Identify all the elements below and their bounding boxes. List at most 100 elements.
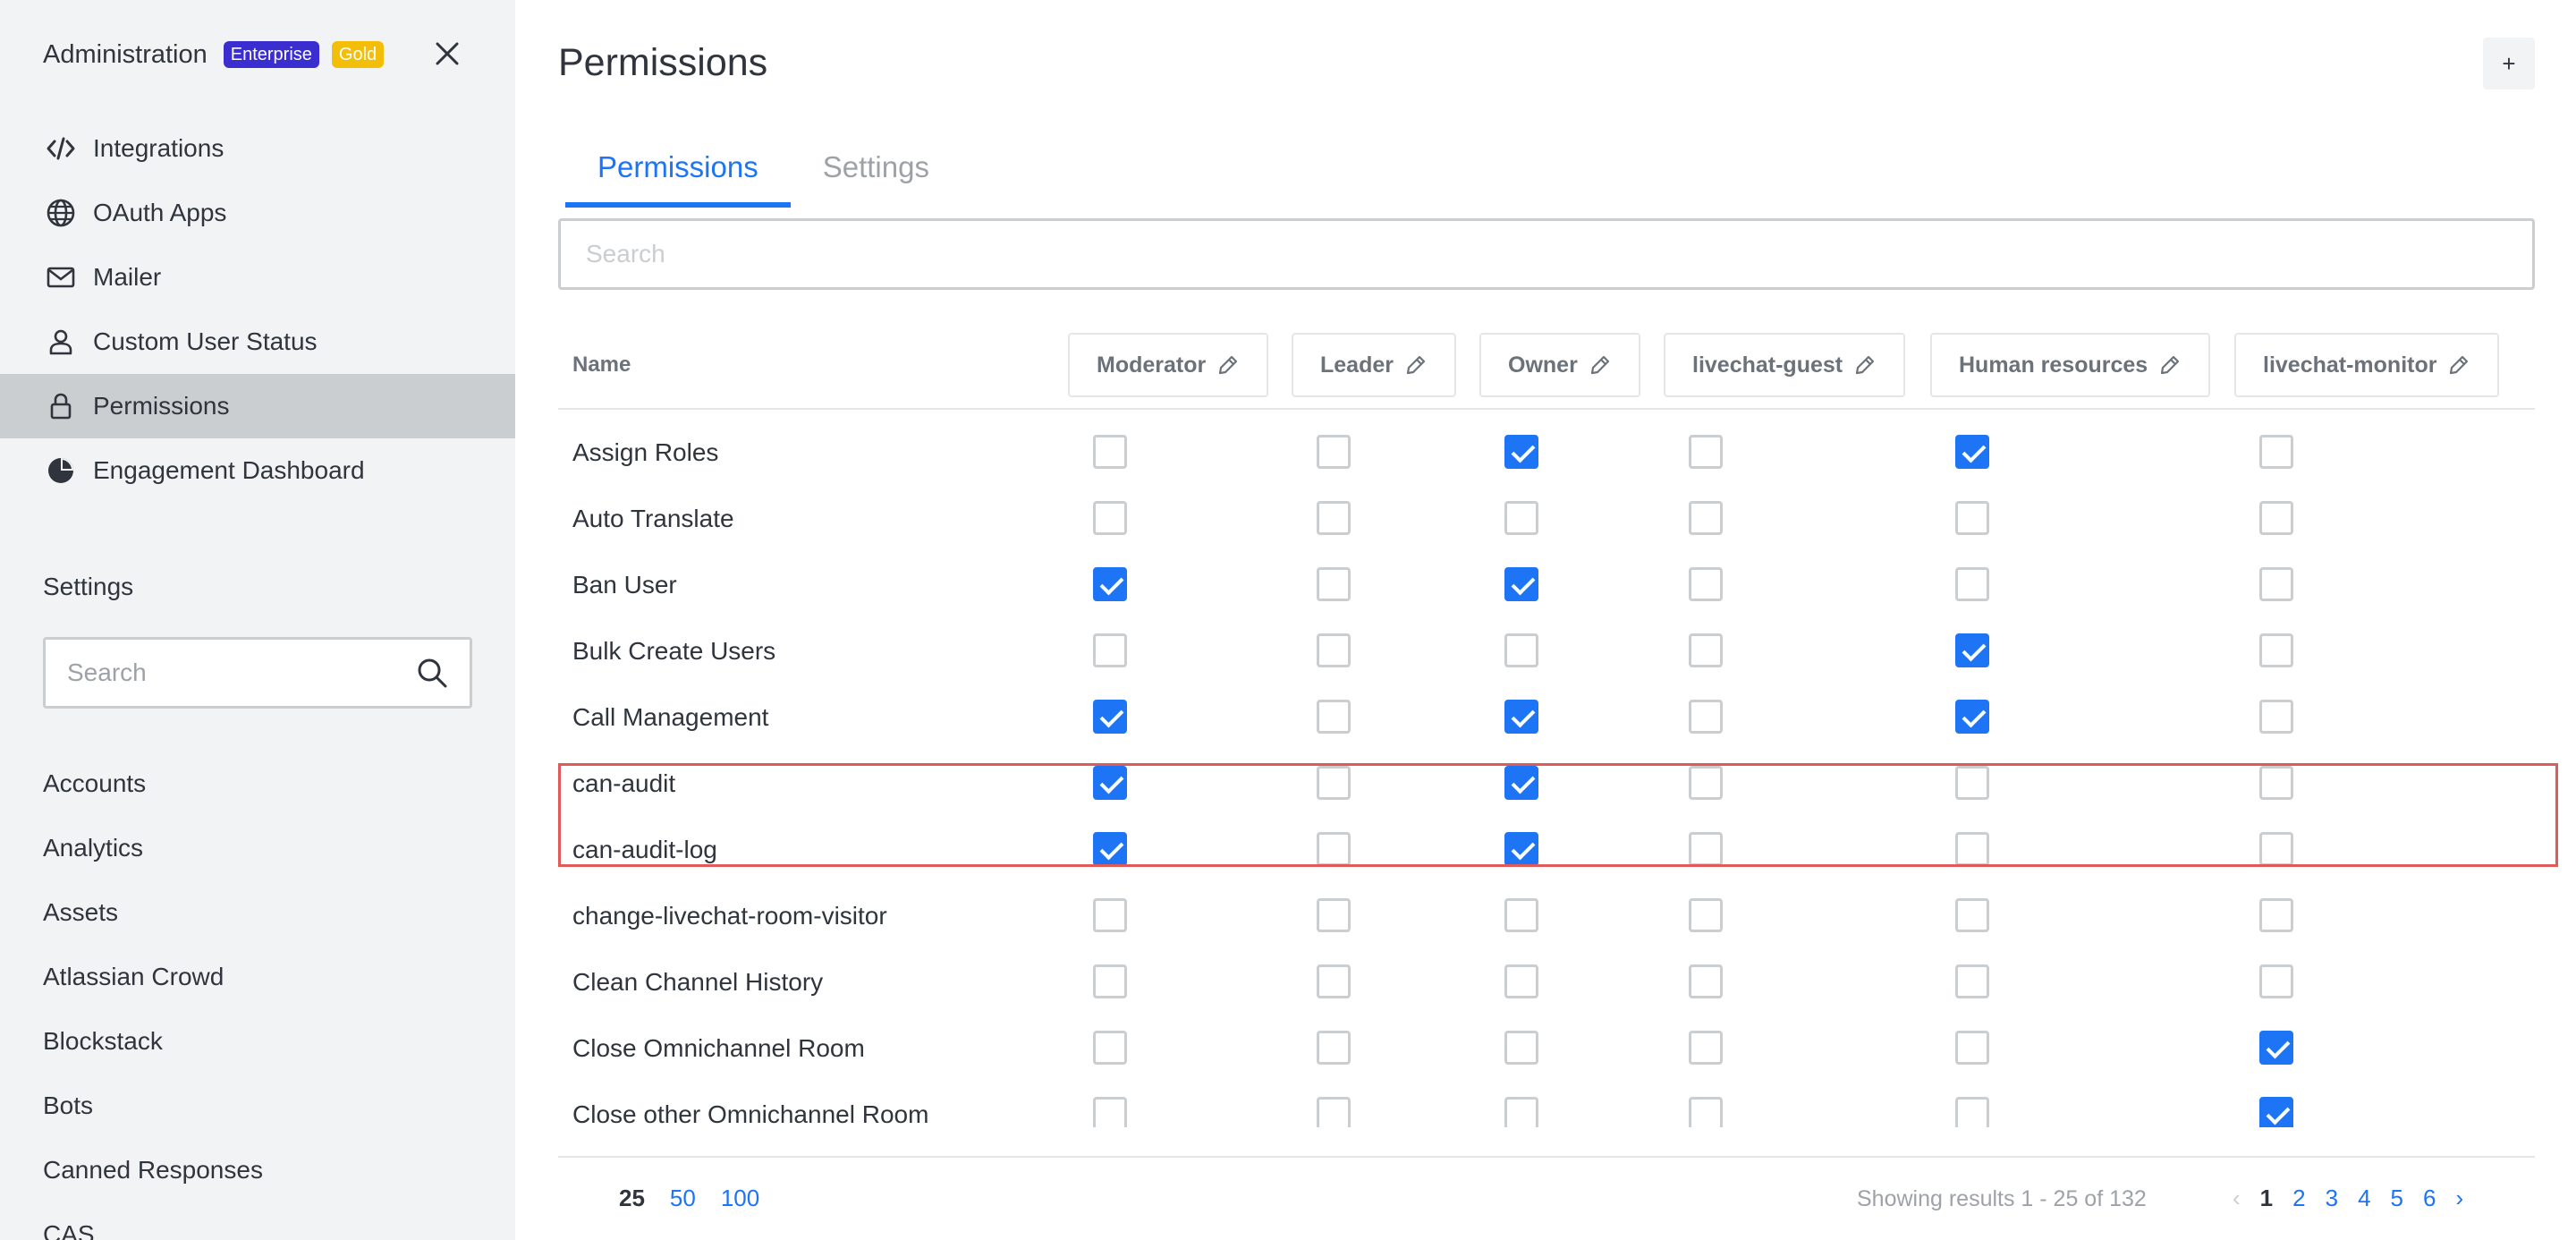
pencil-icon[interactable] bbox=[1404, 353, 1428, 377]
sidebar-item-custom-user-status[interactable]: Custom User Status bbox=[0, 310, 515, 374]
permission-checkbox[interactable] bbox=[1317, 633, 1351, 667]
permission-checkbox[interactable] bbox=[2259, 766, 2293, 800]
permission-checkbox[interactable] bbox=[1504, 766, 1538, 800]
settings-group-canned-responses[interactable]: Canned Responses bbox=[43, 1138, 263, 1202]
prev-page-button[interactable]: ‹ bbox=[2233, 1185, 2241, 1212]
pencil-icon[interactable] bbox=[1853, 353, 1877, 377]
permission-checkbox[interactable] bbox=[1689, 435, 1723, 469]
permissions-search-input[interactable] bbox=[586, 240, 2507, 268]
settings-search-input[interactable] bbox=[67, 658, 416, 687]
permission-checkbox[interactable] bbox=[1689, 898, 1723, 932]
per-page-50[interactable]: 50 bbox=[670, 1185, 696, 1212]
column-header-livechat-guest[interactable]: livechat-guest bbox=[1664, 333, 1906, 397]
permission-checkbox[interactable] bbox=[2259, 832, 2293, 866]
column-header-moderator[interactable]: Moderator bbox=[1068, 333, 1269, 397]
close-sidebar-button[interactable] bbox=[429, 36, 465, 72]
permission-checkbox[interactable] bbox=[1504, 435, 1538, 469]
per-page-100[interactable]: 100 bbox=[721, 1185, 759, 1212]
settings-group-cas[interactable]: CAS bbox=[43, 1202, 263, 1240]
permission-checkbox[interactable] bbox=[1317, 1097, 1351, 1127]
permission-checkbox[interactable] bbox=[1955, 567, 1989, 601]
permission-checkbox[interactable] bbox=[1093, 766, 1127, 800]
permission-checkbox[interactable] bbox=[2259, 633, 2293, 667]
permission-checkbox[interactable] bbox=[1689, 832, 1723, 866]
column-header-leader[interactable]: Leader bbox=[1292, 333, 1456, 397]
next-page-button[interactable]: › bbox=[2455, 1185, 2463, 1212]
permission-checkbox[interactable] bbox=[1317, 832, 1351, 866]
column-header-human-resources[interactable]: Human resources bbox=[1930, 333, 2211, 397]
page-6[interactable]: 6 bbox=[2423, 1185, 2436, 1212]
permission-checkbox[interactable] bbox=[1955, 1031, 1989, 1065]
settings-group-analytics[interactable]: Analytics bbox=[43, 816, 263, 880]
permission-checkbox[interactable] bbox=[1093, 1097, 1127, 1127]
permission-checkbox[interactable] bbox=[2259, 435, 2293, 469]
permission-checkbox[interactable] bbox=[1317, 567, 1351, 601]
permission-checkbox[interactable] bbox=[1093, 898, 1127, 932]
permission-checkbox[interactable] bbox=[1955, 898, 1989, 932]
page-2[interactable]: 2 bbox=[2292, 1185, 2305, 1212]
permission-checkbox[interactable] bbox=[1689, 633, 1723, 667]
permission-checkbox[interactable] bbox=[1689, 700, 1723, 734]
permission-checkbox[interactable] bbox=[1689, 567, 1723, 601]
permission-checkbox[interactable] bbox=[2259, 964, 2293, 998]
permission-checkbox[interactable] bbox=[1093, 700, 1127, 734]
settings-group-atlassian-crowd[interactable]: Atlassian Crowd bbox=[43, 945, 263, 1009]
permission-checkbox[interactable] bbox=[1689, 1097, 1723, 1127]
permission-checkbox[interactable] bbox=[1093, 964, 1127, 998]
column-header-livechat-monitor[interactable]: livechat-monitor bbox=[2234, 333, 2500, 397]
permission-checkbox[interactable] bbox=[1504, 1097, 1538, 1127]
permission-checkbox[interactable] bbox=[1504, 832, 1538, 866]
permission-checkbox[interactable] bbox=[1955, 633, 1989, 667]
permission-checkbox[interactable] bbox=[1955, 964, 1989, 998]
permission-checkbox[interactable] bbox=[1317, 964, 1351, 998]
settings-group-accounts[interactable]: Accounts bbox=[43, 752, 263, 816]
permission-checkbox[interactable] bbox=[1689, 964, 1723, 998]
permission-checkbox[interactable] bbox=[1504, 633, 1538, 667]
permission-checkbox[interactable] bbox=[1317, 700, 1351, 734]
permission-checkbox[interactable] bbox=[2259, 898, 2293, 932]
permission-checkbox[interactable] bbox=[1317, 501, 1351, 535]
permission-checkbox[interactable] bbox=[1955, 435, 1989, 469]
per-page-25[interactable]: 25 bbox=[619, 1185, 645, 1212]
settings-group-blockstack[interactable]: Blockstack bbox=[43, 1009, 263, 1074]
tab-settings[interactable]: Settings bbox=[791, 143, 962, 208]
permission-checkbox[interactable] bbox=[1955, 766, 1989, 800]
permission-checkbox[interactable] bbox=[2259, 501, 2293, 535]
permission-checkbox[interactable] bbox=[2259, 1097, 2293, 1127]
permission-checkbox[interactable] bbox=[1317, 435, 1351, 469]
sidebar-item-permissions[interactable]: Permissions bbox=[0, 374, 515, 438]
page-5[interactable]: 5 bbox=[2391, 1185, 2403, 1212]
permission-checkbox[interactable] bbox=[1093, 435, 1127, 469]
add-role-button[interactable]: + bbox=[2483, 38, 2535, 89]
permission-checkbox[interactable] bbox=[1093, 567, 1127, 601]
sidebar-item-mailer[interactable]: Mailer bbox=[0, 245, 515, 310]
permission-checkbox[interactable] bbox=[1317, 1031, 1351, 1065]
permission-checkbox[interactable] bbox=[1689, 1031, 1723, 1065]
permission-checkbox[interactable] bbox=[1317, 766, 1351, 800]
permission-checkbox[interactable] bbox=[1955, 501, 1989, 535]
pencil-icon[interactable] bbox=[2158, 353, 2182, 377]
permission-checkbox[interactable] bbox=[1504, 964, 1538, 998]
permission-checkbox[interactable] bbox=[1955, 1097, 1989, 1127]
permission-checkbox[interactable] bbox=[1093, 832, 1127, 866]
permission-checkbox[interactable] bbox=[1093, 1031, 1127, 1065]
tab-permissions[interactable]: Permissions bbox=[565, 143, 791, 208]
permission-checkbox[interactable] bbox=[1093, 633, 1127, 667]
sidebar-item-oauth-apps[interactable]: OAuth Apps bbox=[0, 181, 515, 245]
permission-checkbox[interactable] bbox=[1689, 501, 1723, 535]
page-1[interactable]: 1 bbox=[2260, 1185, 2273, 1212]
permission-checkbox[interactable] bbox=[1955, 832, 1989, 866]
permission-checkbox[interactable] bbox=[1504, 1031, 1538, 1065]
permission-checkbox[interactable] bbox=[2259, 700, 2293, 734]
pencil-icon[interactable] bbox=[1589, 353, 1612, 377]
permission-checkbox[interactable] bbox=[1504, 898, 1538, 932]
permission-checkbox[interactable] bbox=[1504, 567, 1538, 601]
permission-checkbox[interactable] bbox=[1504, 501, 1538, 535]
column-header-owner[interactable]: Owner bbox=[1479, 333, 1640, 397]
sidebar-item-engagement-dashboard[interactable]: Engagement Dashboard bbox=[0, 438, 515, 503]
pencil-icon[interactable] bbox=[2447, 353, 2470, 377]
permission-checkbox[interactable] bbox=[1689, 766, 1723, 800]
permission-checkbox[interactable] bbox=[2259, 567, 2293, 601]
permission-checkbox[interactable] bbox=[1504, 700, 1538, 734]
pencil-icon[interactable] bbox=[1216, 353, 1240, 377]
